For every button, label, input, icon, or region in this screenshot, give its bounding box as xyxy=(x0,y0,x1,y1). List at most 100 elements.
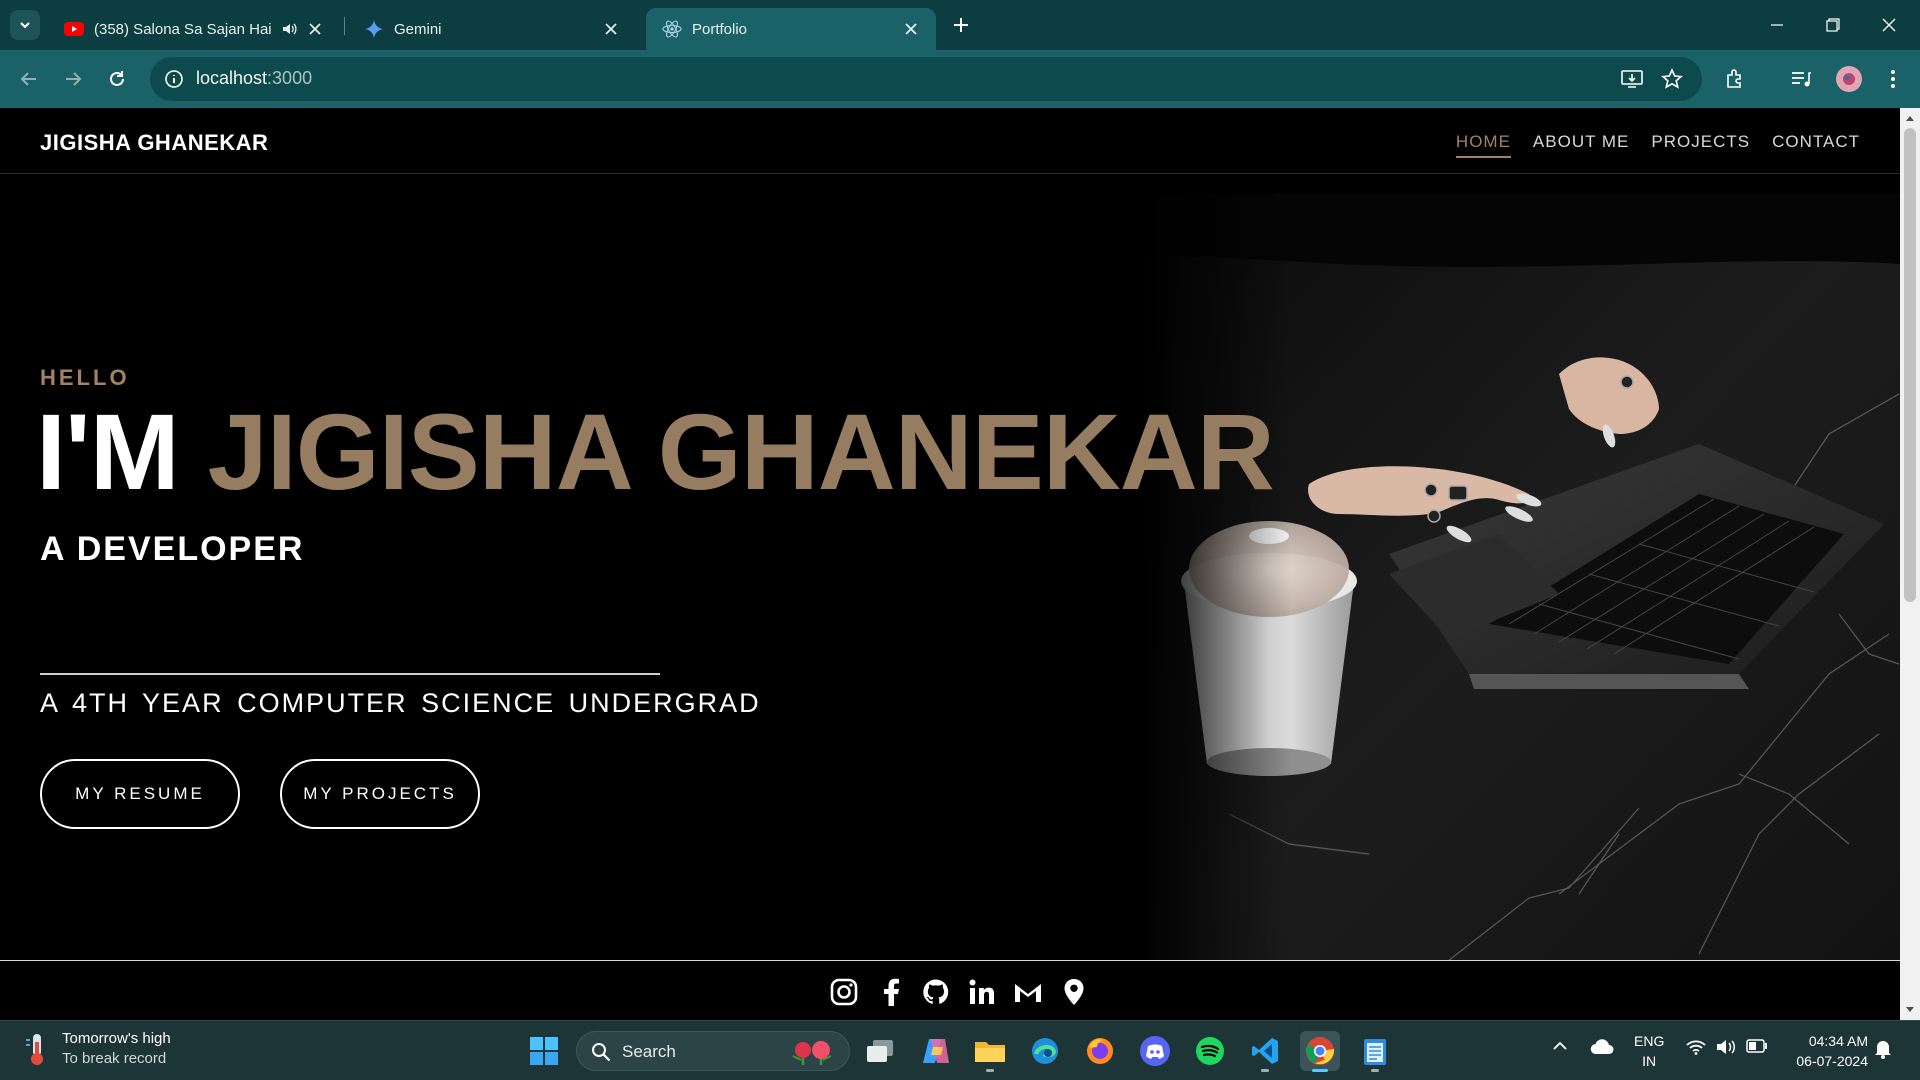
search-icon xyxy=(592,1043,611,1062)
forward-button[interactable] xyxy=(58,64,88,94)
minimize-button[interactable] xyxy=(1754,10,1800,40)
url-text[interactable]: localhost:3000 xyxy=(196,68,312,89)
gmail-icon[interactable] xyxy=(1013,977,1043,1007)
discord-icon xyxy=(1140,1036,1170,1066)
media-controls-icon[interactable] xyxy=(1786,64,1816,94)
page-scrollbar[interactable] xyxy=(1900,108,1920,1020)
nav-contact[interactable]: CONTACT xyxy=(1772,132,1860,158)
task-view-icon xyxy=(867,1040,893,1062)
avatar-icon xyxy=(1843,73,1855,85)
scroll-up-icon[interactable] xyxy=(1905,113,1915,123)
edge-app[interactable] xyxy=(1025,1031,1065,1071)
hero-photo xyxy=(1139,194,1900,968)
close-tab-icon[interactable] xyxy=(902,20,920,38)
firefox-app[interactable] xyxy=(1080,1031,1120,1071)
tab-search-button[interactable] xyxy=(10,10,40,40)
my-projects-button[interactable]: MY PROJECTS xyxy=(280,759,480,829)
file-explorer-app[interactable] xyxy=(970,1031,1010,1072)
volume-icon[interactable] xyxy=(1716,1039,1736,1058)
arrow-right-icon xyxy=(66,72,82,86)
clock-date: 06-07-2024 xyxy=(1796,1053,1868,1069)
extensions-icon[interactable] xyxy=(1720,64,1750,94)
edge-icon xyxy=(1032,1038,1058,1064)
task-view-app[interactable] xyxy=(860,1031,900,1071)
close-window-button[interactable] xyxy=(1866,10,1912,40)
address-bar[interactable]: localhost:3000 xyxy=(150,57,1702,101)
weather-subtitle: To break record xyxy=(62,1050,167,1067)
show-hidden-icons-icon[interactable] xyxy=(1552,1039,1568,1055)
nav-projects[interactable]: PROJECTS xyxy=(1651,132,1750,158)
close-tab-icon[interactable] xyxy=(602,20,620,38)
back-button[interactable] xyxy=(14,64,44,94)
thermometer-icon xyxy=(26,1033,43,1065)
language-indicator[interactable]: ENG IN xyxy=(1634,1031,1664,1071)
copilot-icon xyxy=(923,1039,949,1063)
weather-title: Tomorrow's high xyxy=(62,1030,171,1047)
tab-title: Gemini xyxy=(394,20,442,38)
close-icon xyxy=(1882,18,1896,32)
spotify-icon xyxy=(1196,1037,1224,1065)
windows-taskbar: Tomorrow's high To break record Search E… xyxy=(0,1020,1920,1080)
folder-icon xyxy=(975,1042,1005,1062)
restore-button[interactable] xyxy=(1810,10,1856,40)
tab-gemini[interactable]: Gemini xyxy=(348,8,636,50)
site-header: JIGISHA GHANEKAR HOME ABOUT ME PROJECTS … xyxy=(0,108,1900,174)
new-tab-button[interactable] xyxy=(948,12,974,38)
arrow-left-icon xyxy=(20,72,36,86)
browser-toolbar: localhost:3000 xyxy=(0,50,1920,108)
plus-icon xyxy=(954,18,968,32)
notepad-app[interactable] xyxy=(1355,1031,1395,1072)
wifi-icon[interactable] xyxy=(1686,1039,1706,1058)
speaker-icon[interactable] xyxy=(280,20,298,38)
nav-about-me[interactable]: ABOUT ME xyxy=(1533,132,1629,158)
location-icon[interactable] xyxy=(1059,977,1089,1007)
site-footer xyxy=(0,960,1900,1020)
scroll-down-icon[interactable] xyxy=(1905,1005,1915,1015)
clock[interactable]: 04:34 AM 06-07-2024 xyxy=(1796,1031,1868,1071)
notepad-icon xyxy=(1364,1039,1386,1065)
hero-role: A DEVELOPER xyxy=(40,530,305,568)
vscode-icon xyxy=(1252,1038,1278,1064)
windows-icon xyxy=(530,1037,558,1065)
gemini-icon xyxy=(364,19,384,39)
copilot-app[interactable] xyxy=(916,1031,956,1071)
react-icon xyxy=(662,19,682,39)
search-label: Search xyxy=(622,1042,676,1061)
reload-icon xyxy=(110,71,124,86)
scrollbar-thumb[interactable] xyxy=(1904,128,1916,602)
spotify-app[interactable] xyxy=(1190,1031,1230,1071)
chrome-menu-icon[interactable] xyxy=(1878,64,1908,94)
start-button[interactable] xyxy=(524,1031,564,1071)
install-app-icon[interactable] xyxy=(1620,67,1644,91)
weather-widget[interactable]: Tomorrow's high To break record xyxy=(24,1030,171,1067)
hero-greeting: HELLO xyxy=(40,365,130,390)
tab-youtube[interactable]: (358) Salona Sa Sajan Hai | T xyxy=(48,8,340,50)
my-resume-button[interactable]: MY RESUME xyxy=(40,759,240,829)
chevron-down-icon xyxy=(20,22,30,29)
nav-home[interactable]: HOME xyxy=(1455,132,1511,158)
close-tab-icon[interactable] xyxy=(306,20,324,38)
hero-name: JIGISHA GHANEKAR xyxy=(207,391,1275,512)
site-menu: HOME ABOUT ME PROJECTS CONTACT xyxy=(1455,132,1860,158)
profile-avatar[interactable] xyxy=(1836,66,1862,92)
discord-app[interactable] xyxy=(1135,1031,1175,1071)
taskbar-search[interactable]: Search xyxy=(576,1031,850,1071)
facebook-icon[interactable] xyxy=(876,977,906,1007)
tab-strip: (358) Salona Sa Sajan Hai | T Gemini Por… xyxy=(0,0,1920,50)
chrome-icon xyxy=(1306,1037,1335,1065)
battery-icon[interactable] xyxy=(1746,1039,1768,1056)
reload-button[interactable] xyxy=(102,64,132,94)
linkedin-icon[interactable] xyxy=(967,977,997,1007)
vscode-app[interactable] xyxy=(1245,1031,1285,1072)
bookmark-star-icon[interactable] xyxy=(1660,67,1684,91)
site-info-icon[interactable] xyxy=(162,67,186,91)
github-icon[interactable] xyxy=(921,977,951,1007)
instagram-icon[interactable] xyxy=(829,977,859,1007)
minimize-icon xyxy=(1771,24,1783,26)
clock-time: 04:34 AM xyxy=(1808,1033,1868,1049)
notification-bell-icon[interactable] xyxy=(1874,1039,1892,1062)
tab-portfolio[interactable]: Portfolio xyxy=(646,8,936,50)
onedrive-icon[interactable] xyxy=(1590,1039,1614,1058)
site-brand[interactable]: JIGISHA GHANEKAR xyxy=(40,130,268,156)
chrome-app[interactable] xyxy=(1300,1031,1340,1072)
